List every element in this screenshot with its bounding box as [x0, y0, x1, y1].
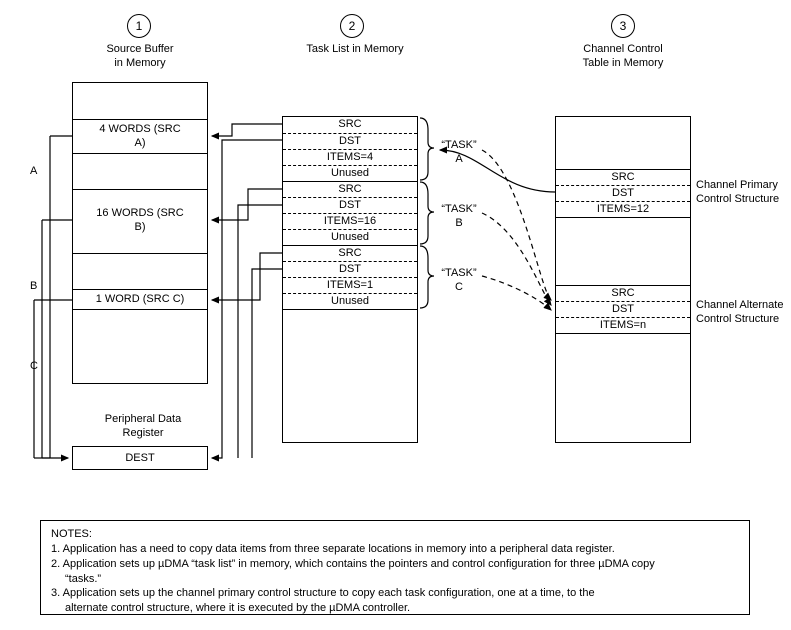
- connector-layer: [0, 0, 791, 630]
- diagram-canvas: 1 Source Buffer in Memory 2 Task List in…: [0, 0, 791, 630]
